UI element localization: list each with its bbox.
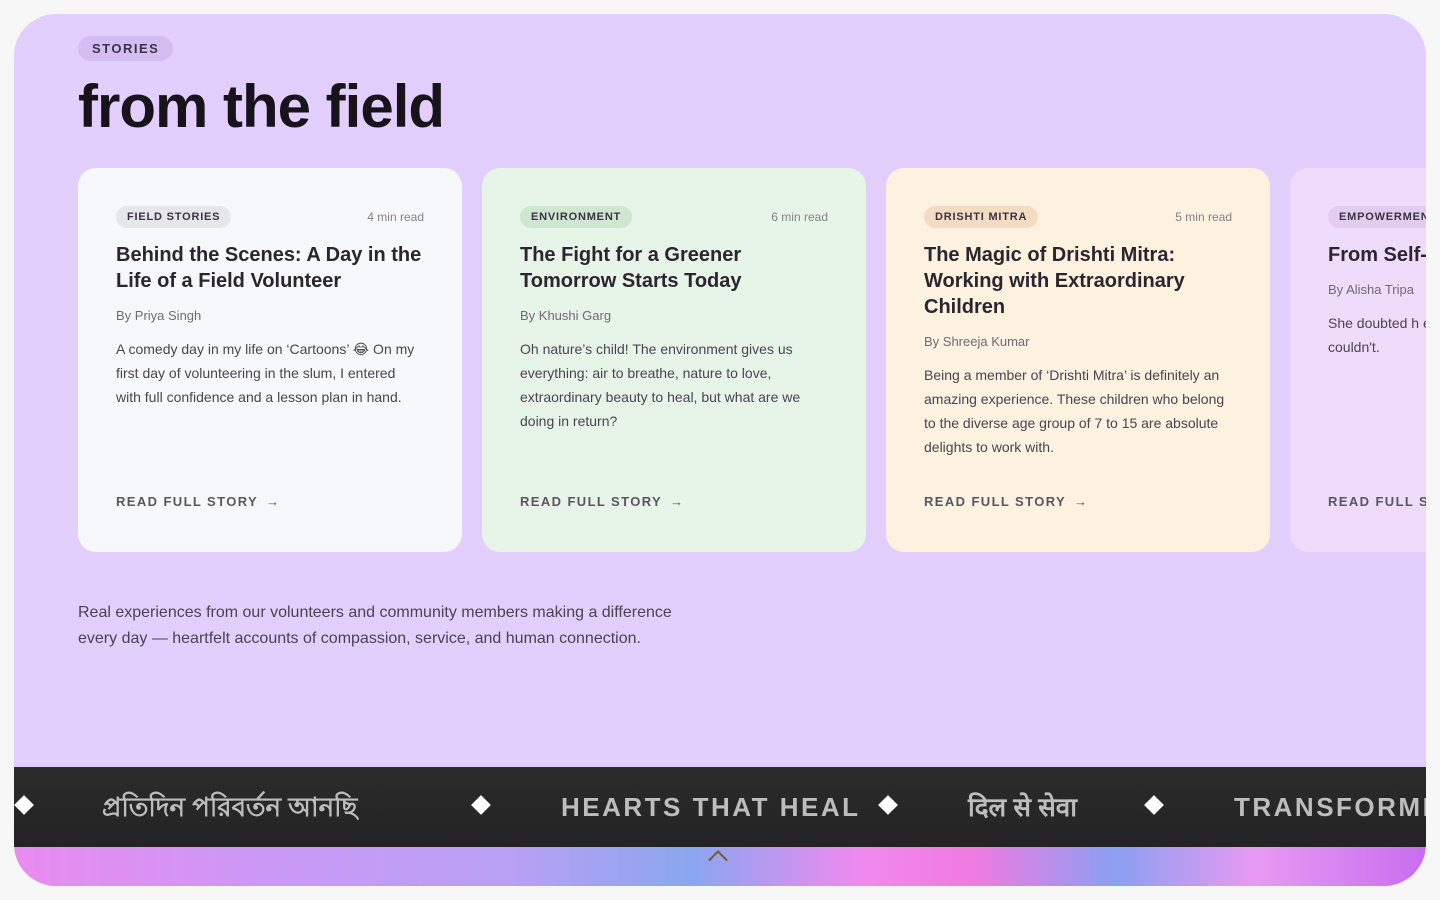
story-tag: FIELD STORIES [116, 206, 232, 228]
cta-label: READ FULL ST [1328, 494, 1426, 509]
story-author: By Khushi Garg [520, 308, 612, 323]
story-card[interactable]: DRISHTI MITRA 5 min read The Magic of Dr… [886, 168, 1270, 552]
ticker-item: दिल से सेवा [968, 792, 1077, 822]
story-excerpt: Oh nature’s child! The environment gives… [520, 341, 801, 429]
read-time: 6 min read [771, 210, 828, 224]
story-title[interactable]: The Magic of Drishti Mitra: Working with… [924, 242, 1232, 320]
story-tag: ENVIRONMENT [520, 206, 633, 228]
diamond-icon [14, 795, 34, 815]
story-tag: DRISHTI MITRA [924, 206, 1039, 228]
story-author: By Priya Singh [116, 308, 202, 323]
ticker-marquee: প্রতিদিন পরিবর্তন আনছি HEARTS THAT HEAL … [14, 767, 1426, 847]
ticker-item: HEARTS THAT HEAL [561, 792, 861, 822]
footer-gradient-bar [14, 847, 1426, 886]
story-excerpt: Being a member of ‘Drishti Mitra’ is def… [924, 367, 1225, 455]
story-excerpt: She doubted h every decisio and fear was… [1328, 315, 1426, 355]
diamond-icon [1144, 795, 1164, 815]
story-title[interactable]: The Fight for a Greener Tomorrow Starts … [520, 242, 828, 294]
read-full-story-link[interactable]: READ FULL STORY → [116, 494, 279, 509]
story-card[interactable]: FIELD STORIES 4 min read Behind the Scen… [78, 168, 462, 552]
diamond-icon [878, 795, 898, 815]
ticker-item: TRANSFORMI [1234, 792, 1426, 822]
read-full-story-link[interactable]: READ FULL STORY → [924, 494, 1087, 509]
story-title[interactable]: From Self- Belief: A J Empowerr [1328, 242, 1426, 268]
cta-label: READ FULL STORY [520, 494, 663, 509]
story-tag: EMPOWERMEN [1328, 206, 1426, 228]
story-author: By Shreeja Kumar [924, 334, 1030, 349]
section-intro: Real experiences from our volunteers and… [78, 604, 672, 647]
section-title: from the field [78, 73, 445, 140]
story-carousel[interactable]: FIELD STORIES 4 min read Behind the Scen… [78, 168, 1426, 552]
stories-section: STORIES from the field FIELD STORIES 4 m… [14, 14, 1426, 886]
diamond-icon [471, 795, 491, 815]
arrow-right-icon: → [266, 494, 280, 509]
cta-label: READ FULL STORY [116, 494, 259, 509]
read-full-story-link[interactable]: READ FULL STORY → [520, 494, 683, 509]
arrow-right-icon: → [670, 494, 684, 509]
story-title[interactable]: Behind the Scenes: A Day in the Life of … [116, 242, 424, 294]
read-full-story-link[interactable]: READ FULL ST [1328, 494, 1426, 509]
story-excerpt: A comedy day in my life on ‘Cartoons’ 😂 … [116, 341, 415, 405]
cta-label: READ FULL STORY [924, 494, 1067, 509]
ticker-item: প্রতিদিন পরিবর্তন আনছি [102, 792, 358, 822]
section-eyebrow: STORIES [78, 36, 174, 61]
story-card[interactable]: EMPOWERMEN From Self- Belief: A J Empowe… [1290, 168, 1426, 552]
arrow-right-icon: → [1074, 494, 1088, 509]
chevron-up-icon[interactable] [708, 850, 728, 870]
read-time: 4 min read [367, 210, 424, 224]
story-card[interactable]: ENVIRONMENT 6 min read The Fight for a G… [482, 168, 866, 552]
read-time: 5 min read [1175, 210, 1232, 224]
story-author: By Alisha Tripa [1328, 282, 1414, 297]
